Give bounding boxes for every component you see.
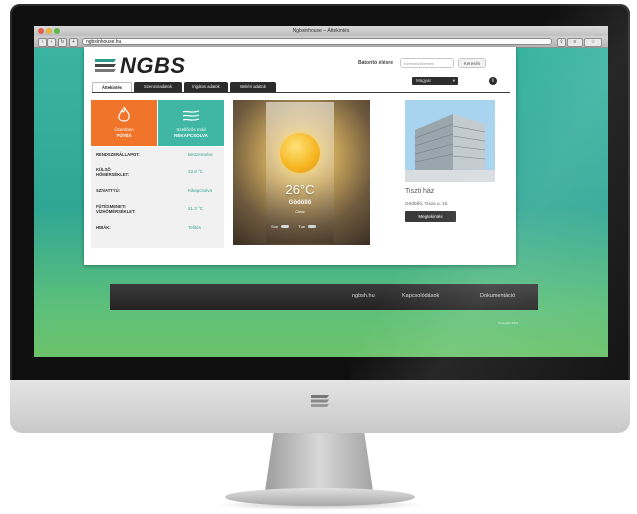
- view-building-button[interactable]: Megtekintés: [405, 211, 456, 222]
- window-title: Ngbsinhouse – Áttekintés: [292, 28, 350, 34]
- search-button[interactable]: Keresés: [458, 58, 486, 68]
- sun-icon: [280, 133, 320, 173]
- search-label: Bátorító élésre: [358, 60, 394, 66]
- back-button[interactable]: ‹: [38, 37, 47, 47]
- status-value: Beüzemelve: [188, 152, 213, 157]
- wind-icon: [182, 110, 200, 121]
- url-text: ngbsinhouse.hu: [86, 38, 122, 45]
- status-row: KÜLSŐ HŐMÉRSÉKLET: 23.9 °C: [96, 167, 224, 177]
- status-value: Telítés: [188, 225, 202, 230]
- status-row: SZIVATTYÚ: Kikapcsolva: [96, 188, 224, 198]
- tab-irrigation-data[interactable]: Irigátos adatok: [184, 82, 228, 92]
- building-title: Tiszti ház: [405, 188, 435, 195]
- page-footer: ngbsh.hu Kapcsolódások Dokumentáció: [110, 284, 538, 310]
- language-select[interactable]: Magyar ▾: [412, 77, 458, 85]
- tab-sensor-data[interactable]: Szenzoradatok: [134, 82, 182, 92]
- ngbs-logo-icon: [95, 59, 116, 72]
- weather-condition: Clear: [295, 209, 305, 214]
- heating-status-line2: FÜTÉS: [116, 133, 132, 138]
- status-key: FŰTÉSMENETI VÍZHŐMÉRSÉKLET:: [96, 204, 136, 214]
- tab-indoor-data[interactable]: Beltéri adatok: [230, 82, 276, 92]
- status-key: RENDSZERÁLLAPOT:: [96, 152, 140, 157]
- monitor-screen: Ngbsinhouse – Áttekintés ‹ › ↻ + ngbsinh…: [34, 26, 608, 357]
- status-key: KÜLSŐ HŐMÉRSÉKLET:: [96, 167, 130, 177]
- weather-city: Gödöllő: [288, 200, 312, 206]
- copyright-text: Copyright 2013: [498, 321, 519, 325]
- footer-link-home[interactable]: ngbsh.hu: [352, 293, 375, 299]
- language-value: Magyar: [416, 78, 432, 83]
- status-value: 21.3 °C: [188, 206, 204, 211]
- tab-overview[interactable]: Áttekintés: [92, 82, 132, 92]
- footer-link-contact[interactable]: Kapcsolódások: [402, 293, 439, 299]
- status-row: FŰTÉSMENETI VÍZHŐMÉRSÉKLET: 21.3 °C: [96, 204, 224, 214]
- status-row: HIBÁK: Telítés: [96, 225, 224, 235]
- reload-button[interactable]: ↻: [58, 37, 67, 47]
- status-value: 23.9 °C: [188, 169, 204, 174]
- share-button[interactable]: ⇪: [557, 37, 566, 47]
- status-table: RENDSZERÁLLAPOT: Beüzemelve KÜLSŐ HŐMÉRS…: [91, 147, 224, 248]
- weather-widget[interactable]: 26°C Gödöllő Clear Sun Tue: [233, 100, 370, 245]
- cloud-icon: [308, 225, 317, 228]
- forecast-day: Tue: [298, 224, 306, 229]
- status-row: RENDSZERÁLLAPOT: Beüzemelve: [96, 152, 224, 162]
- status-key: SZIVATTYÚ:: [96, 188, 121, 193]
- bookmarks-button[interactable]: ☆: [584, 37, 602, 47]
- building-photo[interactable]: [405, 100, 495, 182]
- chevron-down-icon: ▾: [452, 78, 455, 83]
- heating-status-tile[interactable]: Üzemben FÜTÉS: [91, 100, 157, 146]
- forward-button[interactable]: ›: [47, 37, 56, 47]
- footer-link-docs[interactable]: Dokumentáció: [480, 293, 515, 299]
- info-icon[interactable]: i: [489, 77, 497, 85]
- monitor-stand-foot: [225, 488, 415, 506]
- cloud-icon: [281, 225, 290, 228]
- logo-text[interactable]: NGBS: [120, 53, 186, 79]
- tab-divider: [92, 92, 510, 93]
- ventilation-status-line1: Szellőzős mód: [176, 127, 206, 132]
- weather-forecast: Sun Tue: [271, 224, 329, 232]
- ngbs-logo-icon: [311, 395, 329, 407]
- building-address: Gödöllő, Tisza u. 10.: [405, 201, 449, 206]
- flame-icon: [118, 106, 130, 122]
- search-input[interactable]: Keresés/keresés: [400, 58, 454, 68]
- status-value: Kikapcsolva: [188, 188, 213, 193]
- ventilation-status-line2: RÉKAPCSOLVA: [174, 133, 208, 138]
- add-bookmark-button[interactable]: +: [69, 37, 78, 47]
- ventilation-status-tile[interactable]: Szellőzős mód RÉKAPCSOLVA: [158, 100, 224, 146]
- monitor-stand-neck: [265, 433, 373, 491]
- heating-status-line1: Üzemben: [114, 127, 134, 132]
- web-page: NGBS Bátorító élésre Keresés/keresés Ker…: [84, 47, 516, 265]
- reader-button[interactable]: ≡: [567, 37, 583, 47]
- forecast-day: Sun: [271, 224, 279, 229]
- address-bar[interactable]: ngbsinhouse.hu: [82, 37, 552, 45]
- status-key: HIBÁK:: [96, 225, 111, 230]
- weather-temperature: 26°C: [285, 182, 315, 197]
